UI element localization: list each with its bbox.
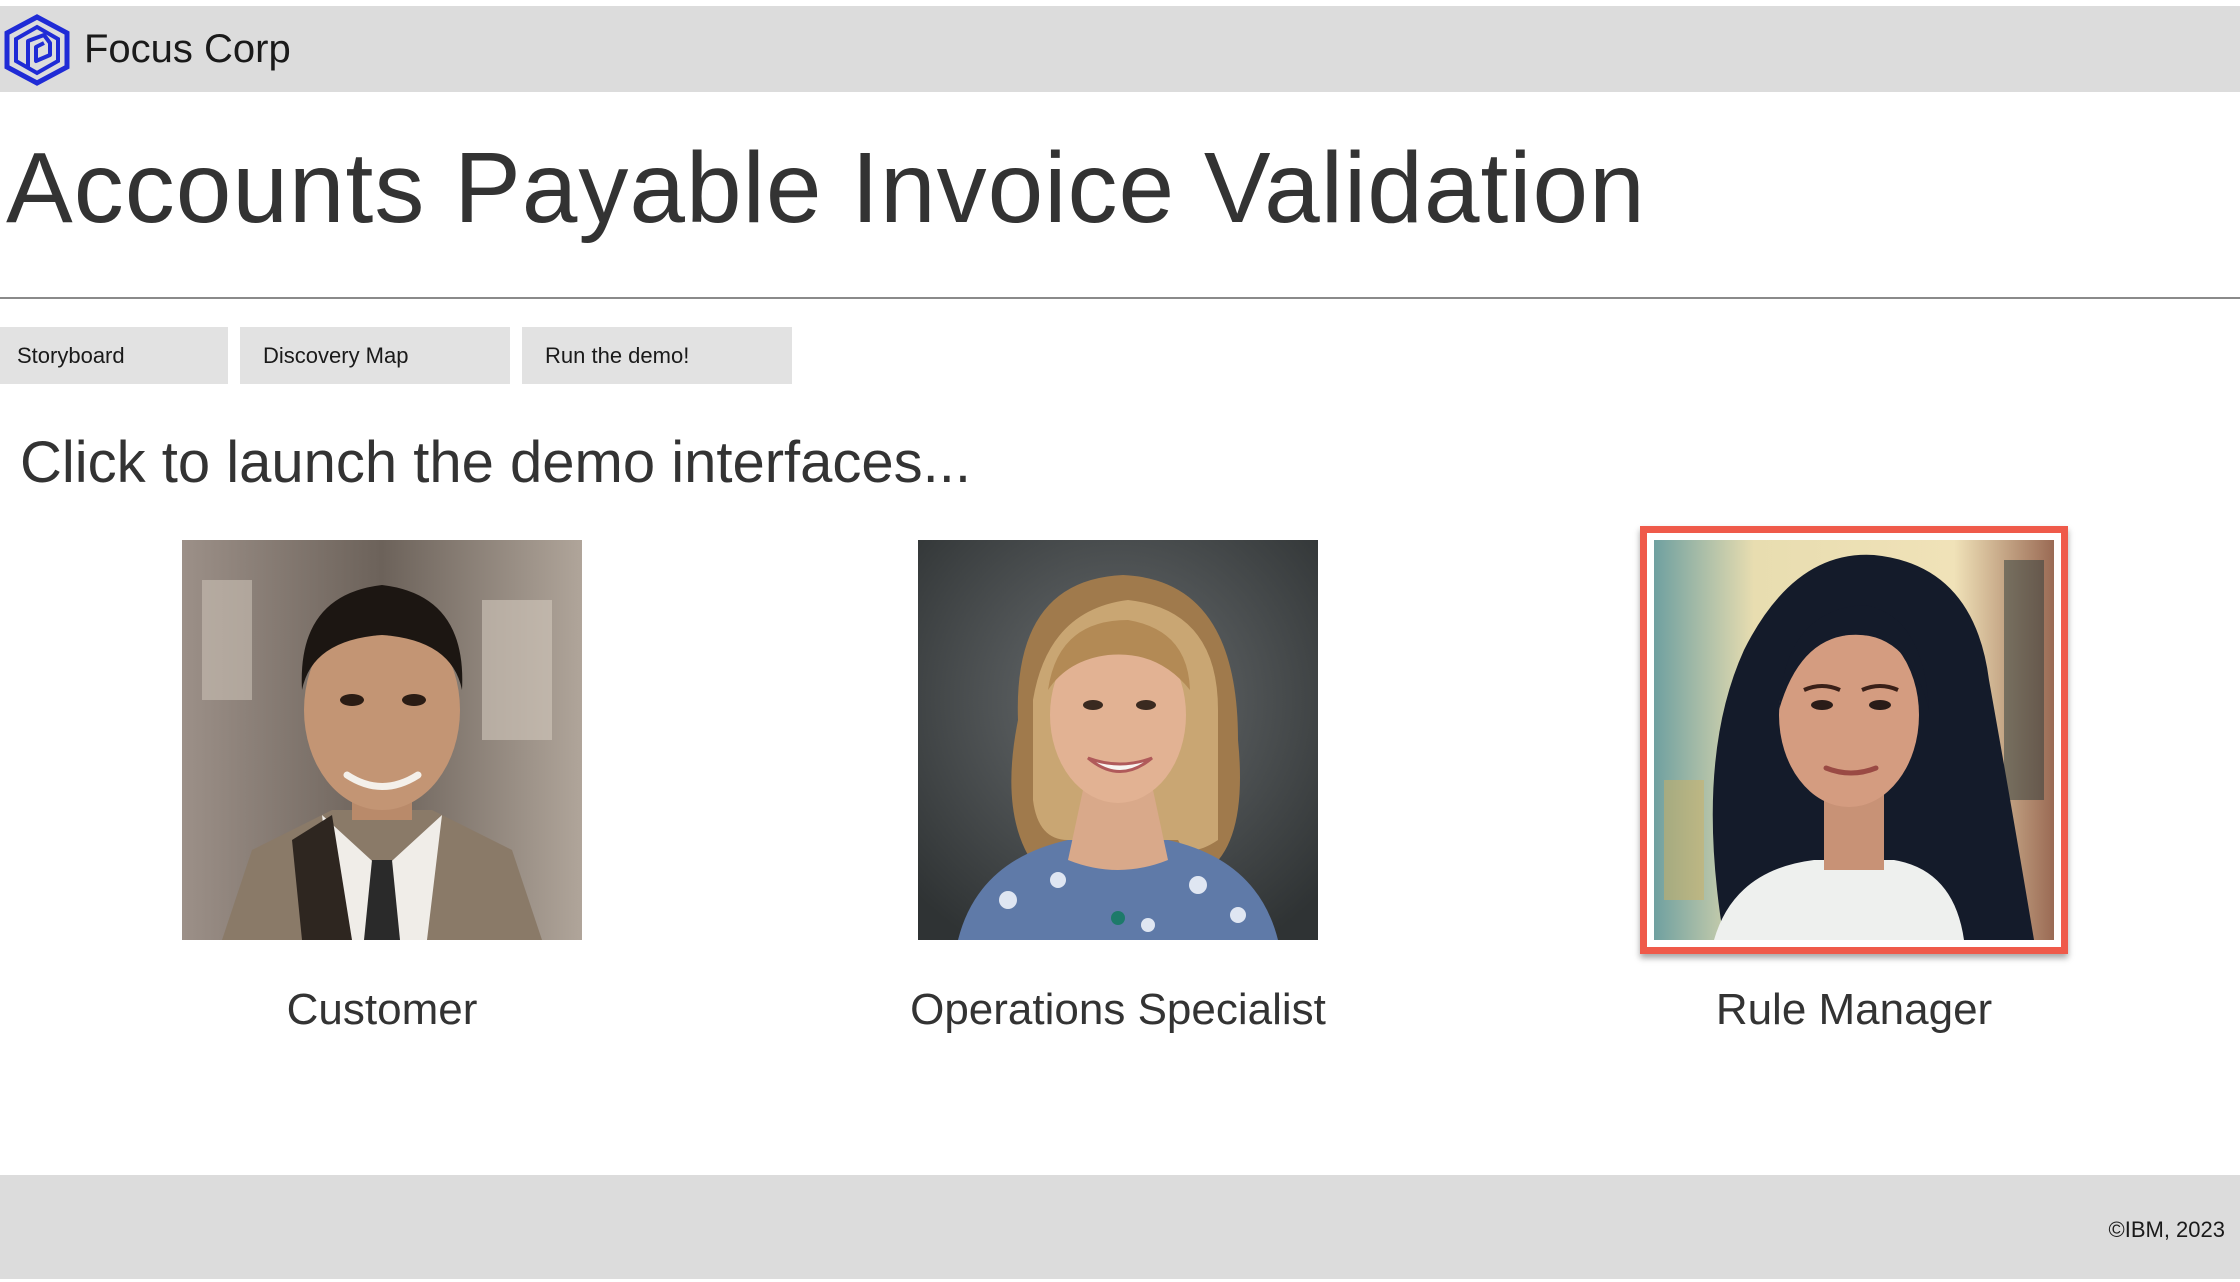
persona-card-customer[interactable]: Customer: [182, 540, 582, 1034]
copyright-text: ©IBM, 2023: [2108, 1217, 2226, 1242]
brand-name[interactable]: Focus Corp: [84, 24, 291, 74]
customer-portrait-image[interactable]: [182, 540, 582, 940]
storyboard-button[interactable]: Storyboard: [0, 327, 228, 384]
rule-manager-portrait-image[interactable]: [1654, 540, 2054, 940]
persona-card-operations-specialist[interactable]: Operations Specialist: [910, 540, 1326, 1034]
persona-label-operations-specialist[interactable]: Operations Specialist: [768, 982, 1468, 1038]
launch-instructions: Click to launch the demo interfaces...: [20, 430, 972, 495]
top-header-bar: Focus Corp: [0, 6, 2240, 92]
persona-label-rule-manager[interactable]: Rule Manager: [1504, 982, 2204, 1038]
page-title: Accounts Payable Invoice Validation: [6, 132, 1646, 244]
hexagon-logo-icon[interactable]: [0, 13, 74, 87]
footer-bar: ©IBM, 2023: [0, 1175, 2240, 1279]
persona-card-rule-manager[interactable]: Rule Manager: [1640, 526, 2068, 1034]
persona-label-customer[interactable]: Customer: [32, 982, 732, 1038]
operations-specialist-portrait-image[interactable]: [918, 540, 1318, 940]
title-divider: [0, 297, 2240, 299]
run-demo-button[interactable]: Run the demo!: [522, 327, 792, 384]
page: Focus Corp Accounts Payable Invoice Vali…: [0, 0, 2240, 1282]
discovery-map-button[interactable]: Discovery Map: [240, 327, 510, 384]
